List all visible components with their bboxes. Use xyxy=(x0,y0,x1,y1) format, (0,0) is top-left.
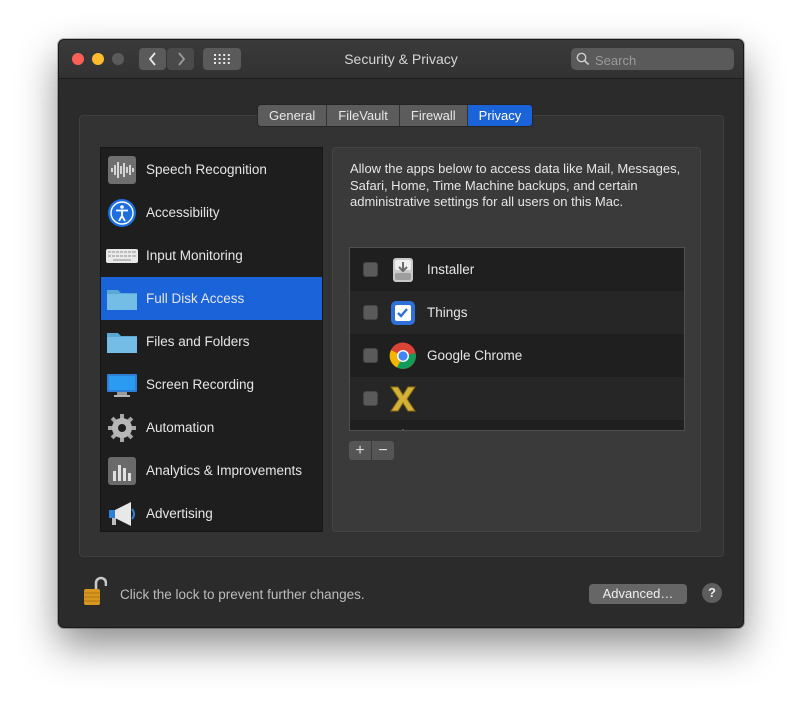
sidebar-item-label: Accessibility xyxy=(146,205,220,220)
sidebar-item-speech-recognition[interactable]: Speech Recognition xyxy=(101,148,322,191)
chrome-icon xyxy=(388,341,418,371)
gear-icon xyxy=(105,411,139,445)
tab-bar: General FileVault Firewall Privacy xyxy=(257,104,534,127)
installer-icon xyxy=(388,255,418,285)
security-privacy-window: Security & Privacy General FileVault Fir… xyxy=(58,39,744,628)
sidebar-item-label: Analytics & Improvements xyxy=(146,463,303,478)
remove-app-button[interactable]: − xyxy=(372,441,394,460)
sidebar-item-screen-recording[interactable]: Screen Recording xyxy=(101,363,322,406)
sidebar-item-accessibility[interactable]: Accessibility xyxy=(101,191,322,234)
app-name: Google Chrome xyxy=(427,348,523,363)
list-item[interactable]: Things xyxy=(350,291,684,334)
tab-filevault[interactable]: FileVault xyxy=(327,105,400,126)
list-item[interactable]: Google Chrome xyxy=(350,334,684,377)
help-button[interactable]: ? xyxy=(702,583,722,603)
app-name: Installer xyxy=(427,262,475,277)
app-list[interactable]: Installer Things Google Chrome xyxy=(349,247,685,431)
megaphone-icon xyxy=(105,497,139,531)
add-remove-buttons: + − xyxy=(349,441,394,460)
sidebar-item-label: Files and Folders xyxy=(146,334,250,349)
keyboard-icon xyxy=(105,239,139,273)
sidebar-item-label: Input Monitoring xyxy=(146,248,243,263)
lock-status-text: Click the lock to prevent further change… xyxy=(120,587,365,602)
sidebar-item-label: Advertising xyxy=(146,506,213,521)
accessibility-icon xyxy=(105,196,139,230)
add-app-button[interactable]: + xyxy=(349,441,372,460)
list-item[interactable] xyxy=(350,420,684,430)
list-item[interactable]: Installer xyxy=(350,248,684,291)
lock-icon[interactable] xyxy=(83,575,108,607)
privacy-category-list: Speech Recognition Accessibility Input M… xyxy=(100,147,323,532)
sidebar-item-label: Screen Recording xyxy=(146,377,255,392)
folder-icon xyxy=(105,282,139,316)
list-item[interactable] xyxy=(350,377,684,420)
checkbox[interactable] xyxy=(363,262,378,277)
checkbox[interactable] xyxy=(363,305,378,320)
search-field[interactable] xyxy=(571,48,734,70)
sidebar-item-automation[interactable]: Automation xyxy=(101,406,322,449)
sidebar-item-full-disk-access[interactable]: Full Disk Access xyxy=(101,277,322,320)
folder-icon xyxy=(105,325,139,359)
description-text: Allow the apps below to access data like… xyxy=(350,161,681,209)
sidebar-item-label: Speech Recognition xyxy=(146,162,267,177)
sidebar-item-label: Full Disk Access xyxy=(146,291,245,306)
search-input[interactable] xyxy=(593,50,732,70)
checkbox[interactable] xyxy=(363,391,378,406)
sidebar-item-advertising[interactable]: Advertising xyxy=(101,492,322,535)
sidebar-item-label: Automation xyxy=(146,420,215,435)
tab-privacy[interactable]: Privacy xyxy=(467,105,533,126)
titlebar: Security & Privacy xyxy=(59,40,743,79)
full-disk-access-pane: Allow the apps below to access data like… xyxy=(332,147,701,532)
checkbox[interactable] xyxy=(363,348,378,363)
tab-firewall[interactable]: Firewall xyxy=(399,105,468,126)
tab-general[interactable]: General xyxy=(258,105,328,126)
bar-chart-icon xyxy=(105,454,139,488)
sidebar-item-files-and-folders[interactable]: Files and Folders xyxy=(101,320,322,363)
advanced-button[interactable]: Advanced… xyxy=(589,584,687,604)
waveform-icon xyxy=(105,153,139,187)
x-app-icon xyxy=(388,384,418,414)
app-name: Things xyxy=(427,305,468,320)
search-icon xyxy=(576,52,590,66)
things-icon xyxy=(388,298,418,328)
sidebar-item-analytics[interactable]: Analytics & Improvements xyxy=(101,449,322,492)
app-icon xyxy=(388,427,418,430)
sidebar-item-input-monitoring[interactable]: Input Monitoring xyxy=(101,234,322,277)
display-icon xyxy=(105,368,139,402)
